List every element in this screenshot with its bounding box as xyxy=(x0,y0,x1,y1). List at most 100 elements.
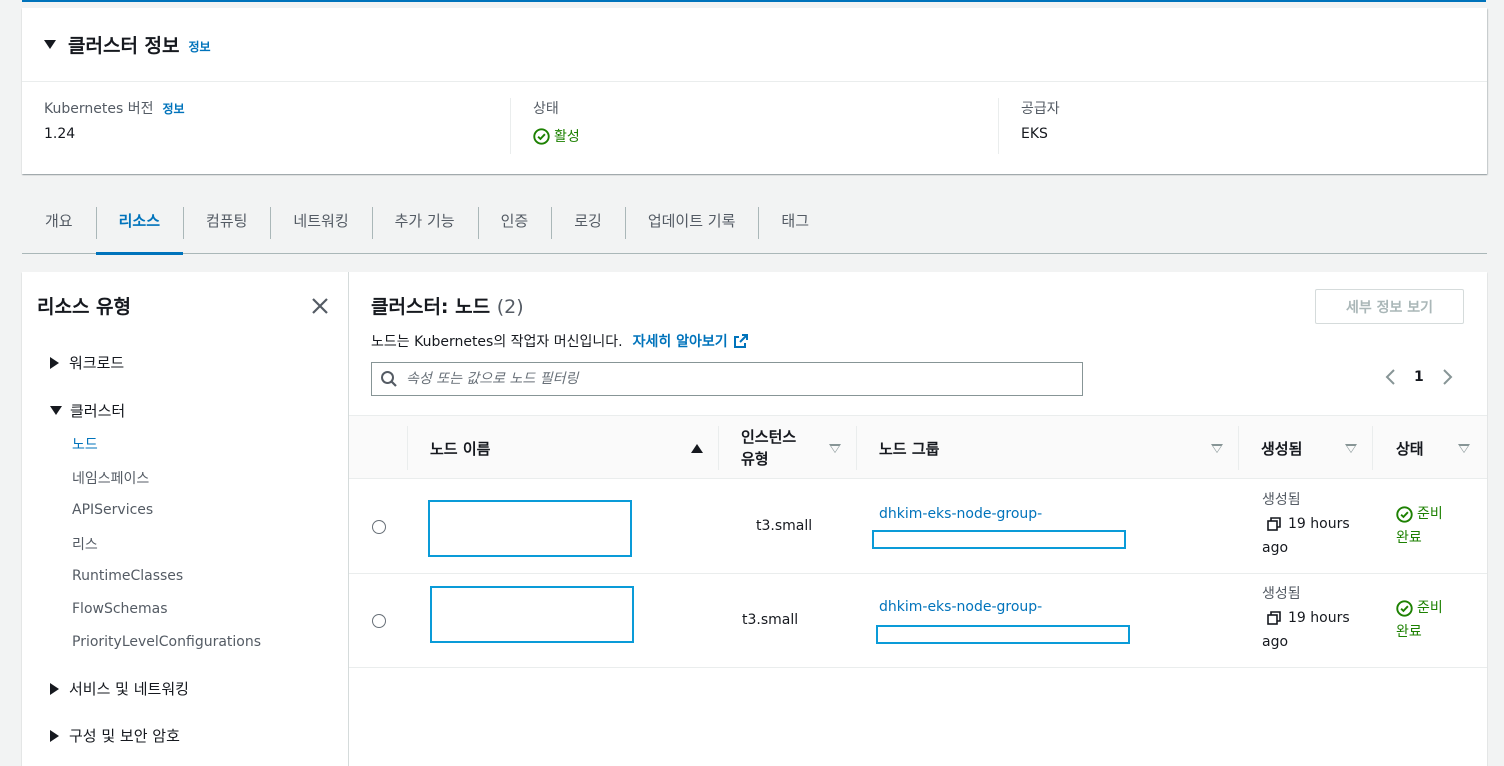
tab-networking[interactable]: 네트워킹 xyxy=(270,189,371,253)
resources-panel: 리소스 유형 워크로드 클러스터 노드 네임스페이스 APIServices 리… xyxy=(22,272,1487,766)
sort-ascending-icon[interactable] xyxy=(691,444,703,453)
close-icon[interactable] xyxy=(310,296,330,316)
tab-authentication[interactable]: 인증 xyxy=(477,189,552,253)
sort-icon[interactable] xyxy=(1458,444,1470,453)
status-text: 준비 xyxy=(1417,600,1443,616)
tab-addons[interactable]: 추가 기능 xyxy=(371,189,478,253)
sort-icon[interactable] xyxy=(1211,444,1223,453)
sidebar-item-prioritylevelconfigurations[interactable]: PriorityLevelConfigurations xyxy=(72,634,261,650)
created-ago: ago xyxy=(1262,634,1289,650)
sidebar-group-workloads[interactable]: 워크로드 xyxy=(50,352,124,373)
sidebar-item-runtimeclasses[interactable]: RuntimeClasses xyxy=(72,568,183,584)
nodes-content: 클러스터: 노드 (2) 세부 정보 보기 노드는 Kubernetes의 작업… xyxy=(349,272,1487,766)
check-circle-icon xyxy=(1396,599,1413,617)
tab-compute[interactable]: 컴퓨팅 xyxy=(183,189,270,253)
copy-icon[interactable] xyxy=(1266,610,1282,626)
nodes-title: 클러스터: 노드 xyxy=(371,296,491,318)
column-node-name[interactable]: 노드 이름 xyxy=(430,416,490,480)
column-instance-type[interactable]: 인스턴스 유형 xyxy=(741,416,811,480)
row-select-radio[interactable] xyxy=(372,614,386,628)
column-status[interactable]: 상태 xyxy=(1396,416,1424,480)
caret-right-icon xyxy=(50,729,59,742)
cluster-tabs: 개요 리소스 컴퓨팅 네트워킹 추가 기능 인증 로깅 업데이트 기록 태그 xyxy=(22,188,1487,255)
cluster-info-link[interactable]: 정보 xyxy=(189,38,211,55)
external-link-icon xyxy=(733,334,748,348)
node-group-link[interactable]: dhkim-eks-node-group- xyxy=(879,599,1042,615)
sort-icon[interactable] xyxy=(829,444,841,453)
kubernetes-version-label: Kubernetes 버전 xyxy=(44,101,154,117)
resource-type-sidebar: 리소스 유형 워크로드 클러스터 노드 네임스페이스 APIServices 리… xyxy=(22,272,349,766)
created-relative-time: 19 hours xyxy=(1288,516,1350,532)
tab-overview[interactable]: 개요 xyxy=(22,189,96,253)
kubernetes-version-info-link[interactable]: 정보 xyxy=(162,100,184,117)
row-select-radio[interactable] xyxy=(372,520,386,534)
provider-field: 공급자 EKS xyxy=(998,98,1486,154)
tab-logging[interactable]: 로깅 xyxy=(551,189,625,253)
sidebar-item-namespaces[interactable]: 네임스페이스 xyxy=(72,468,149,488)
status-value: 활성 xyxy=(554,129,580,145)
nodes-count: (2) xyxy=(496,296,524,318)
nodes-description: 노드는 Kubernetes의 작업자 머신입니다. 자세히 알아보기 xyxy=(371,331,749,351)
search-input[interactable] xyxy=(406,371,1046,387)
check-circle-icon xyxy=(533,127,550,145)
caret-down-icon xyxy=(50,406,62,415)
chevron-left-icon[interactable] xyxy=(1383,368,1399,386)
column-created[interactable]: 생성됨 xyxy=(1261,416,1302,480)
column-node-group[interactable]: 노드 그룹 xyxy=(879,416,939,480)
cluster-info-card: 클러스터 정보 정보 Kubernetes 버전 정보 1.24 상태 활성 공… xyxy=(22,8,1487,174)
created-relative-time: 19 hours xyxy=(1288,610,1350,626)
search-icon xyxy=(381,371,397,387)
instance-type-cell: t3.small xyxy=(742,612,799,628)
sidebar-title: 리소스 유형 xyxy=(37,296,132,318)
status-field: 상태 활성 xyxy=(510,98,998,154)
sidebar-group-label: 서비스 및 네트워킹 xyxy=(69,680,189,698)
nodes-table-header: 노드 이름 인스턴스 유형 노드 그룹 생성됨 상태 xyxy=(349,415,1487,479)
learn-more-link[interactable]: 자세히 알아보기 xyxy=(633,331,749,351)
page-number[interactable]: 1 xyxy=(1414,369,1424,385)
sidebar-group-config-secrets[interactable]: 구성 및 보안 암호 xyxy=(50,725,180,746)
created-cell: 생성됨 19 hours ago xyxy=(1262,488,1362,560)
learn-more-label: 자세히 알아보기 xyxy=(632,334,728,350)
provider-label: 공급자 xyxy=(1021,101,1060,117)
provider-value: EKS xyxy=(1021,126,1048,142)
caret-right-icon xyxy=(50,356,59,369)
caret-right-icon xyxy=(50,682,59,695)
redacted-node-group-suffix xyxy=(876,625,1130,644)
node-status: 준비 완료 xyxy=(1396,596,1466,644)
cluster-info-header[interactable]: 클러스터 정보 정보 xyxy=(22,8,1487,82)
sidebar-group-service-networking[interactable]: 서비스 및 네트워킹 xyxy=(50,678,189,699)
redacted-node-name xyxy=(428,500,632,557)
sidebar-item-nodes[interactable]: 노드 xyxy=(72,434,98,454)
kubernetes-version-field: Kubernetes 버전 정보 1.24 xyxy=(22,98,510,154)
chevron-right-icon[interactable] xyxy=(1439,368,1455,386)
sidebar-group-label: 워크로드 xyxy=(69,354,125,372)
node-status: 준비 완료 xyxy=(1396,502,1466,550)
view-details-button[interactable]: 세부 정보 보기 xyxy=(1315,289,1464,324)
cluster-info-title: 클러스터 정보 xyxy=(68,35,180,57)
node-filter-search[interactable] xyxy=(371,362,1083,396)
top-accent-line xyxy=(22,0,1486,2)
tab-resources[interactable]: 리소스 xyxy=(95,189,184,255)
status-label: 상태 xyxy=(533,101,559,117)
page-title: 클러스터: 노드 (2) xyxy=(371,292,524,319)
sidebar-group-cluster[interactable]: 클러스터 xyxy=(50,400,125,421)
copy-icon[interactable] xyxy=(1266,516,1282,532)
description-text: 노드는 Kubernetes의 작업자 머신입니다. xyxy=(371,334,623,350)
table-row[interactable]: t3.small dhkim-eks-node-group- 생성됨 19 ho… xyxy=(349,574,1487,668)
created-cell: 생성됨 19 hours ago xyxy=(1262,582,1362,654)
sort-icon[interactable] xyxy=(1345,444,1357,453)
tab-update-history[interactable]: 업데이트 기록 xyxy=(624,189,759,253)
pagination: 1 xyxy=(1383,368,1455,386)
node-group-link[interactable]: dhkim-eks-node-group- xyxy=(879,506,1042,522)
sidebar-group-label: 구성 및 보안 암호 xyxy=(69,727,180,745)
created-ago: ago xyxy=(1262,540,1289,556)
kubernetes-version-value: 1.24 xyxy=(44,126,76,142)
sidebar-item-flowschemas[interactable]: FlowSchemas xyxy=(72,601,168,617)
collapse-caret-icon[interactable] xyxy=(44,40,56,49)
sidebar-item-apiservices[interactable]: APIServices xyxy=(72,502,153,518)
instance-type-cell: t3.small xyxy=(756,518,813,534)
sidebar-item-leases[interactable]: 리스 xyxy=(72,534,98,554)
tab-tags[interactable]: 태그 xyxy=(758,189,832,253)
status-text-2: 완료 xyxy=(1396,530,1422,546)
table-row[interactable]: t3.small dhkim-eks-node-group- 생성됨 19 ho… xyxy=(349,480,1487,574)
